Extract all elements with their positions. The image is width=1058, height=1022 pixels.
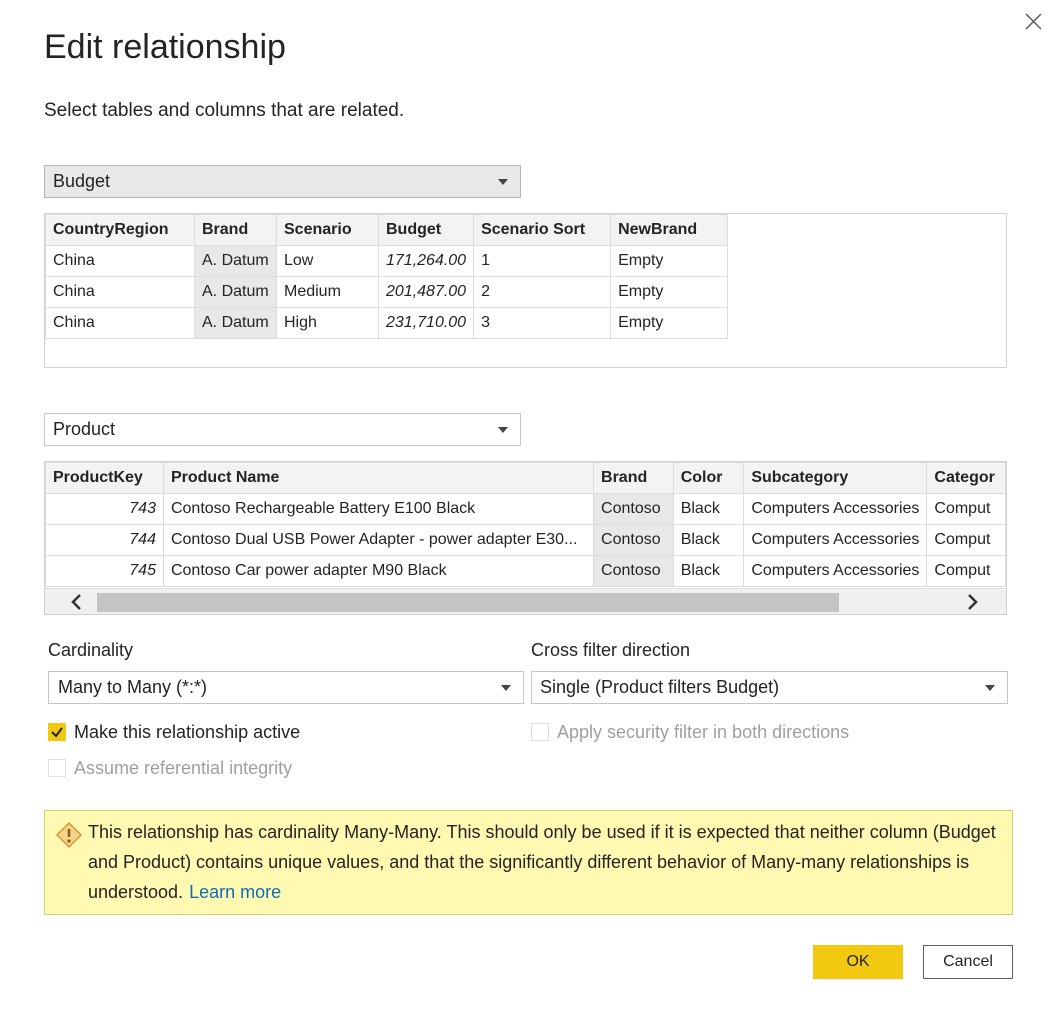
- chevron-left-icon: [71, 594, 81, 610]
- table-cell: 231,710.00: [377, 307, 475, 339]
- table-cell: A. Datum: [194, 276, 277, 308]
- table-cell: China: [45, 276, 195, 308]
- table-cell: Contoso Car power adapter M90 Black: [162, 555, 595, 587]
- warning-banner: This relationship has cardinality Many-M…: [44, 810, 1013, 915]
- dialog-subtitle: Select tables and columns that are relat…: [44, 100, 405, 121]
- table-cell: China: [45, 245, 195, 277]
- table1-col-header[interactable]: Scenario Sort: [473, 214, 612, 246]
- table2-grid: ProductKey Product Name Brand Color Subc…: [45, 462, 1006, 587]
- table-row: China A. Datum Low 171,264.00 1 Empty: [45, 245, 729, 277]
- table-cell: Empty: [610, 276, 729, 308]
- table-cell: Contoso Rechargeable Battery E100 Black: [162, 493, 595, 525]
- table1-header-row: CountryRegion Brand Scenario Budget Scen…: [45, 214, 729, 246]
- table-cell: 2: [473, 276, 612, 308]
- table-cell: Contoso: [593, 524, 674, 556]
- table2-col-header[interactable]: ProductKey: [45, 462, 164, 494]
- table1-preview: CountryRegion Brand Scenario Budget Scen…: [44, 213, 1007, 368]
- table2-select[interactable]: Product: [44, 413, 521, 446]
- table-cell: Contoso Dual USB Power Adapter - power a…: [162, 524, 595, 556]
- table-cell: 171,264.00: [377, 245, 475, 277]
- table-cell: Empty: [610, 307, 729, 339]
- security-label: Apply security filter in both directions: [557, 722, 850, 742]
- integrity-checkbox[interactable]: [48, 759, 66, 777]
- cross-filter-label: Cross filter direction: [531, 640, 691, 660]
- table-cell: Low: [276, 245, 379, 277]
- cardinality-label: Cardinality: [48, 640, 134, 660]
- table-cell: Black: [672, 493, 745, 525]
- table2-col-header[interactable]: Product Name: [162, 462, 595, 494]
- learn-more-link[interactable]: Learn more: [189, 882, 281, 902]
- table-cell: A. Datum: [194, 307, 277, 339]
- table-cell: 745: [45, 555, 164, 587]
- table1-col-header[interactable]: Budget: [377, 214, 475, 246]
- active-checkbox[interactable]: [48, 723, 66, 741]
- table2-col-header[interactable]: Categor: [926, 462, 1006, 494]
- chevron-down-icon: [985, 685, 995, 691]
- scroll-right-button[interactable]: [960, 591, 984, 613]
- chevron-down-icon: [501, 685, 511, 691]
- table-cell: Comput: [926, 524, 1006, 556]
- table2-col-header[interactable]: Subcategory: [743, 462, 928, 494]
- table2-select-value: Product: [53, 419, 116, 439]
- table-cell: 1: [473, 245, 612, 277]
- table-cell: High: [276, 307, 379, 339]
- scroll-left-button[interactable]: [65, 591, 89, 613]
- dialog-title: Edit relationship: [44, 28, 286, 66]
- table-cell: Comput: [926, 555, 1006, 587]
- table1-select[interactable]: Budget: [44, 165, 521, 198]
- chevron-down-icon: [498, 427, 508, 433]
- table-cell: Comput: [926, 493, 1006, 525]
- table-cell: 744: [45, 524, 164, 556]
- table-cell: 743: [45, 493, 164, 525]
- table2-header-row: ProductKey Product Name Brand Color Subc…: [45, 462, 1006, 494]
- horizontal-scrollbar[interactable]: [45, 588, 1006, 614]
- close-button[interactable]: [1020, 8, 1046, 34]
- table1-select-value: Budget: [53, 171, 111, 191]
- table-cell: Empty: [610, 245, 729, 277]
- warning-icon: [55, 821, 83, 849]
- table-row: 744 Contoso Dual USB Power Adapter - pow…: [45, 524, 1006, 556]
- chevron-down-icon: [498, 179, 508, 185]
- table-cell: Medium: [276, 276, 379, 308]
- table2-col-header[interactable]: Brand: [593, 462, 674, 494]
- table1-col-header[interactable]: Brand: [194, 214, 277, 246]
- cardinality-value: Many to Many (*:*): [58, 677, 208, 697]
- active-label[interactable]: Make this relationship active: [74, 722, 300, 743]
- close-icon: [1025, 13, 1042, 30]
- table-cell: Computers Accessories: [743, 493, 928, 525]
- cancel-button[interactable]: Cancel: [923, 945, 1013, 979]
- table-cell: A. Datum: [194, 245, 277, 277]
- table-cell: China: [45, 307, 195, 339]
- security-checkbox[interactable]: [531, 723, 549, 741]
- table1-col-header[interactable]: Scenario: [276, 214, 379, 246]
- cardinality-select[interactable]: Many to Many (*:*): [48, 671, 524, 704]
- table1-col-header[interactable]: CountryRegion: [45, 214, 195, 246]
- table-cell: 3: [473, 307, 612, 339]
- table1-col-header[interactable]: NewBrand: [610, 214, 729, 246]
- table2-col-header[interactable]: Color: [672, 462, 745, 494]
- table-row: 743 Contoso Rechargeable Battery E100 Bl…: [45, 493, 1006, 525]
- table-cell: Black: [672, 555, 745, 587]
- table-cell: Contoso: [593, 555, 674, 587]
- cross-filter-value: Single (Product filters Budget): [540, 677, 780, 697]
- table-cell: Computers Accessories: [743, 524, 928, 556]
- integrity-label: Assume referential integrity: [74, 758, 293, 778]
- ok-button[interactable]: OK: [813, 945, 903, 979]
- table2-preview: ProductKey Product Name Brand Color Subc…: [44, 461, 1007, 615]
- table-row: 745 Contoso Car power adapter M90 Black …: [45, 555, 1006, 587]
- table-cell: Contoso: [593, 493, 674, 525]
- table-cell: Black: [672, 524, 745, 556]
- table-row: China A. Datum Medium 201,487.00 2 Empty: [45, 276, 729, 308]
- table1-grid: CountryRegion Brand Scenario Budget Scen…: [45, 214, 729, 339]
- table-row: China A. Datum High 231,710.00 3 Empty: [45, 307, 729, 339]
- table-cell: 201,487.00: [377, 276, 475, 308]
- chevron-right-icon: [968, 594, 978, 610]
- table-cell: Computers Accessories: [743, 555, 928, 587]
- cross-filter-select[interactable]: Single (Product filters Budget): [531, 671, 1008, 704]
- scrollbar-thumb[interactable]: [97, 593, 839, 612]
- checkmark-icon: [51, 727, 63, 738]
